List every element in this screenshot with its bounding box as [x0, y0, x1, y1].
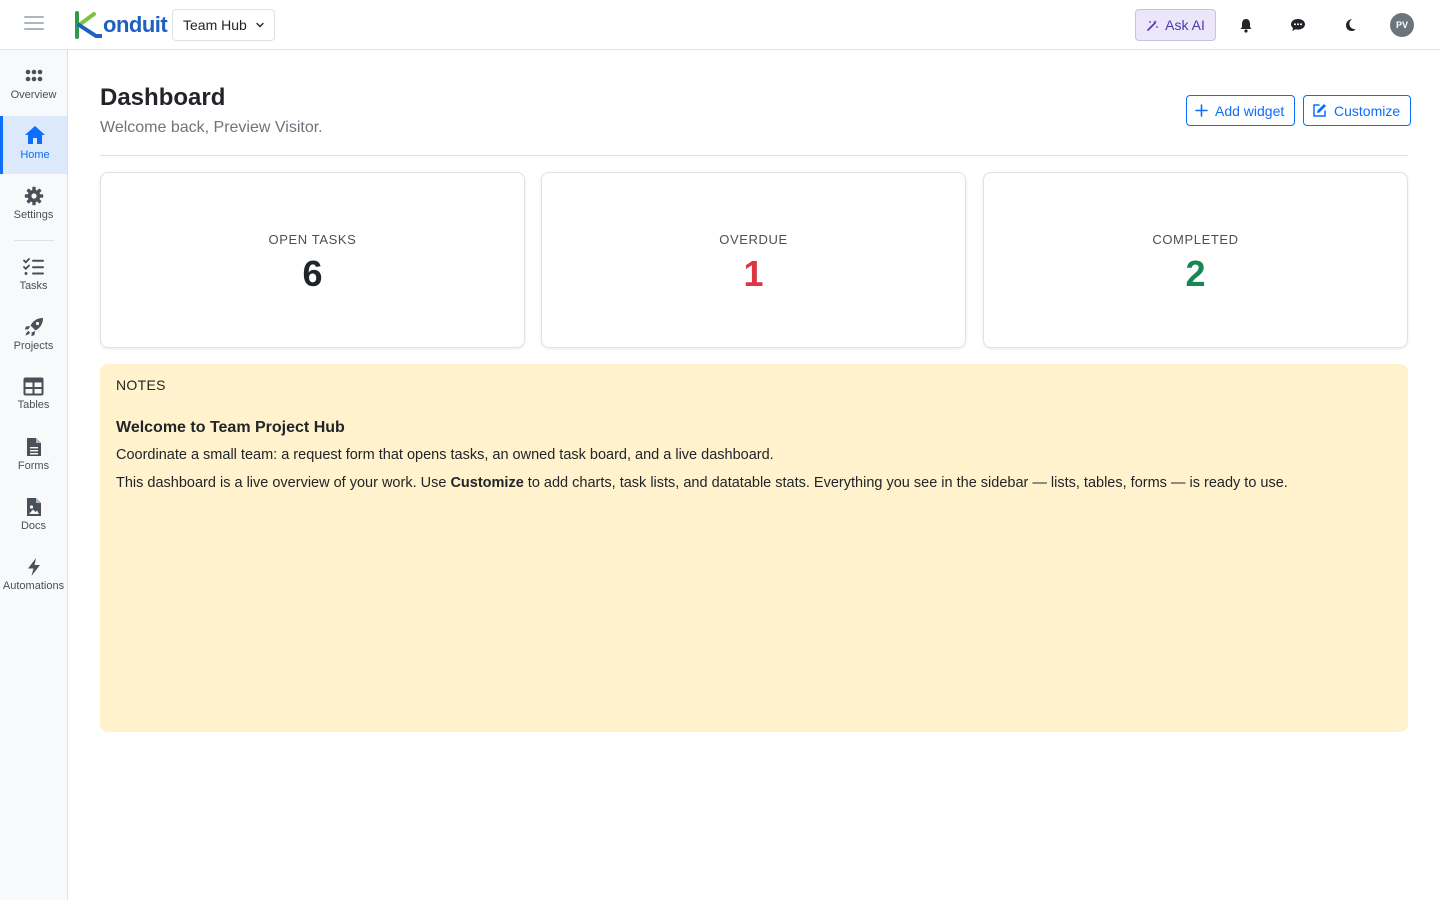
lightning-icon [27, 558, 40, 576]
notes-heading: NOTES [116, 377, 166, 393]
sidebar-item-forms[interactable]: Forms [0, 429, 67, 485]
notes-paragraph: This dashboard is a live overview of you… [116, 474, 1392, 493]
table-icon [23, 377, 44, 396]
ask-ai-label: Ask AI [1165, 17, 1205, 33]
sidebar-item-label: Home [20, 149, 50, 161]
customize-button[interactable]: Customize [1303, 95, 1412, 126]
add-widget-label: Add widget [1215, 102, 1285, 119]
chat-icon[interactable] [1288, 15, 1308, 35]
logo-text: onduit [103, 12, 168, 37]
sidebar: Overview Home Settings Tasks Projects Ta… [0, 50, 68, 900]
sidebar-item-label: Projects [13, 340, 54, 352]
bell-icon[interactable] [1236, 15, 1256, 35]
sidebar-item-docs[interactable]: Docs [0, 489, 67, 545]
stat-label: OVERDUE [719, 232, 788, 247]
sidebar-item-label: Docs [20, 520, 47, 532]
logo-k-icon [75, 11, 102, 39]
doc-image-icon [26, 498, 41, 516]
add-widget-button[interactable]: Add widget [1186, 95, 1296, 126]
sidebar-item-label: Tables [17, 399, 50, 411]
task-list-icon [22, 258, 44, 275]
document-icon [26, 438, 41, 456]
stat-label: OPEN TASKS [268, 232, 357, 247]
notes-text: This dashboard is a live overview of you… [116, 474, 451, 491]
page-title: Dashboard [100, 84, 226, 111]
sidebar-divider [14, 240, 54, 241]
sidebar-item-label: Automations [2, 580, 65, 592]
stat-value: 1 [743, 253, 764, 294]
notes-text: to add charts, task lists, and datatable… [523, 474, 1288, 491]
top-bar: onduit Team Hub Ask AI PV [0, 0, 1440, 50]
workspace-selector[interactable]: Team Hub [172, 9, 275, 41]
notes-paragraph: Coordinate a small team: a request form … [116, 447, 774, 463]
menu-toggle-icon[interactable] [24, 16, 44, 34]
sidebar-item-overview[interactable]: Overview [0, 58, 67, 114]
sidebar-item-label: Forms [17, 460, 50, 472]
konduit-logo[interactable]: onduit [74, 11, 168, 39]
customize-label: Customize [1334, 102, 1401, 119]
ask-ai-button[interactable]: Ask AI [1135, 9, 1216, 41]
home-icon [25, 126, 45, 144]
stat-value: 6 [302, 253, 323, 294]
chevron-down-icon [256, 22, 264, 28]
moon-icon[interactable] [1340, 15, 1360, 35]
sidebar-item-label: Tasks [19, 280, 48, 292]
avatar[interactable]: PV [1390, 13, 1414, 37]
rocket-icon [24, 318, 43, 337]
gear-icon [24, 186, 43, 206]
stat-card-completed: COMPLETED 2 [983, 172, 1408, 348]
sidebar-item-projects[interactable]: Projects [0, 309, 67, 365]
workspace-label: Team Hub [183, 17, 247, 33]
stat-card-overdue: OVERDUE 1 [541, 172, 966, 348]
grid-dots-icon [25, 69, 42, 82]
sidebar-item-home[interactable]: Home [0, 116, 67, 174]
notes-emphasis: Customize [450, 474, 524, 491]
notes-widget: NOTES Welcome to Team Project Hub Coordi… [100, 364, 1408, 732]
sidebar-item-label: Settings [13, 209, 54, 221]
edit-icon [1313, 104, 1326, 117]
stat-card-open-tasks: OPEN TASKS 6 [100, 172, 525, 348]
stat-label: COMPLETED [1152, 232, 1239, 247]
sidebar-item-label: Overview [10, 89, 57, 101]
sidebar-item-automations[interactable]: Automations [0, 549, 67, 605]
notes-title: Welcome to Team Project Hub [116, 419, 345, 436]
header-divider [100, 155, 1408, 156]
stat-value: 2 [1185, 253, 1206, 294]
plus-icon [1195, 104, 1208, 117]
sidebar-item-tasks[interactable]: Tasks [0, 249, 67, 305]
magic-wand-icon [1147, 19, 1159, 31]
page-subtitle: Welcome back, Preview Visitor. [100, 119, 323, 136]
sidebar-item-settings[interactable]: Settings [0, 178, 67, 234]
sidebar-item-tables[interactable]: Tables [0, 369, 67, 425]
